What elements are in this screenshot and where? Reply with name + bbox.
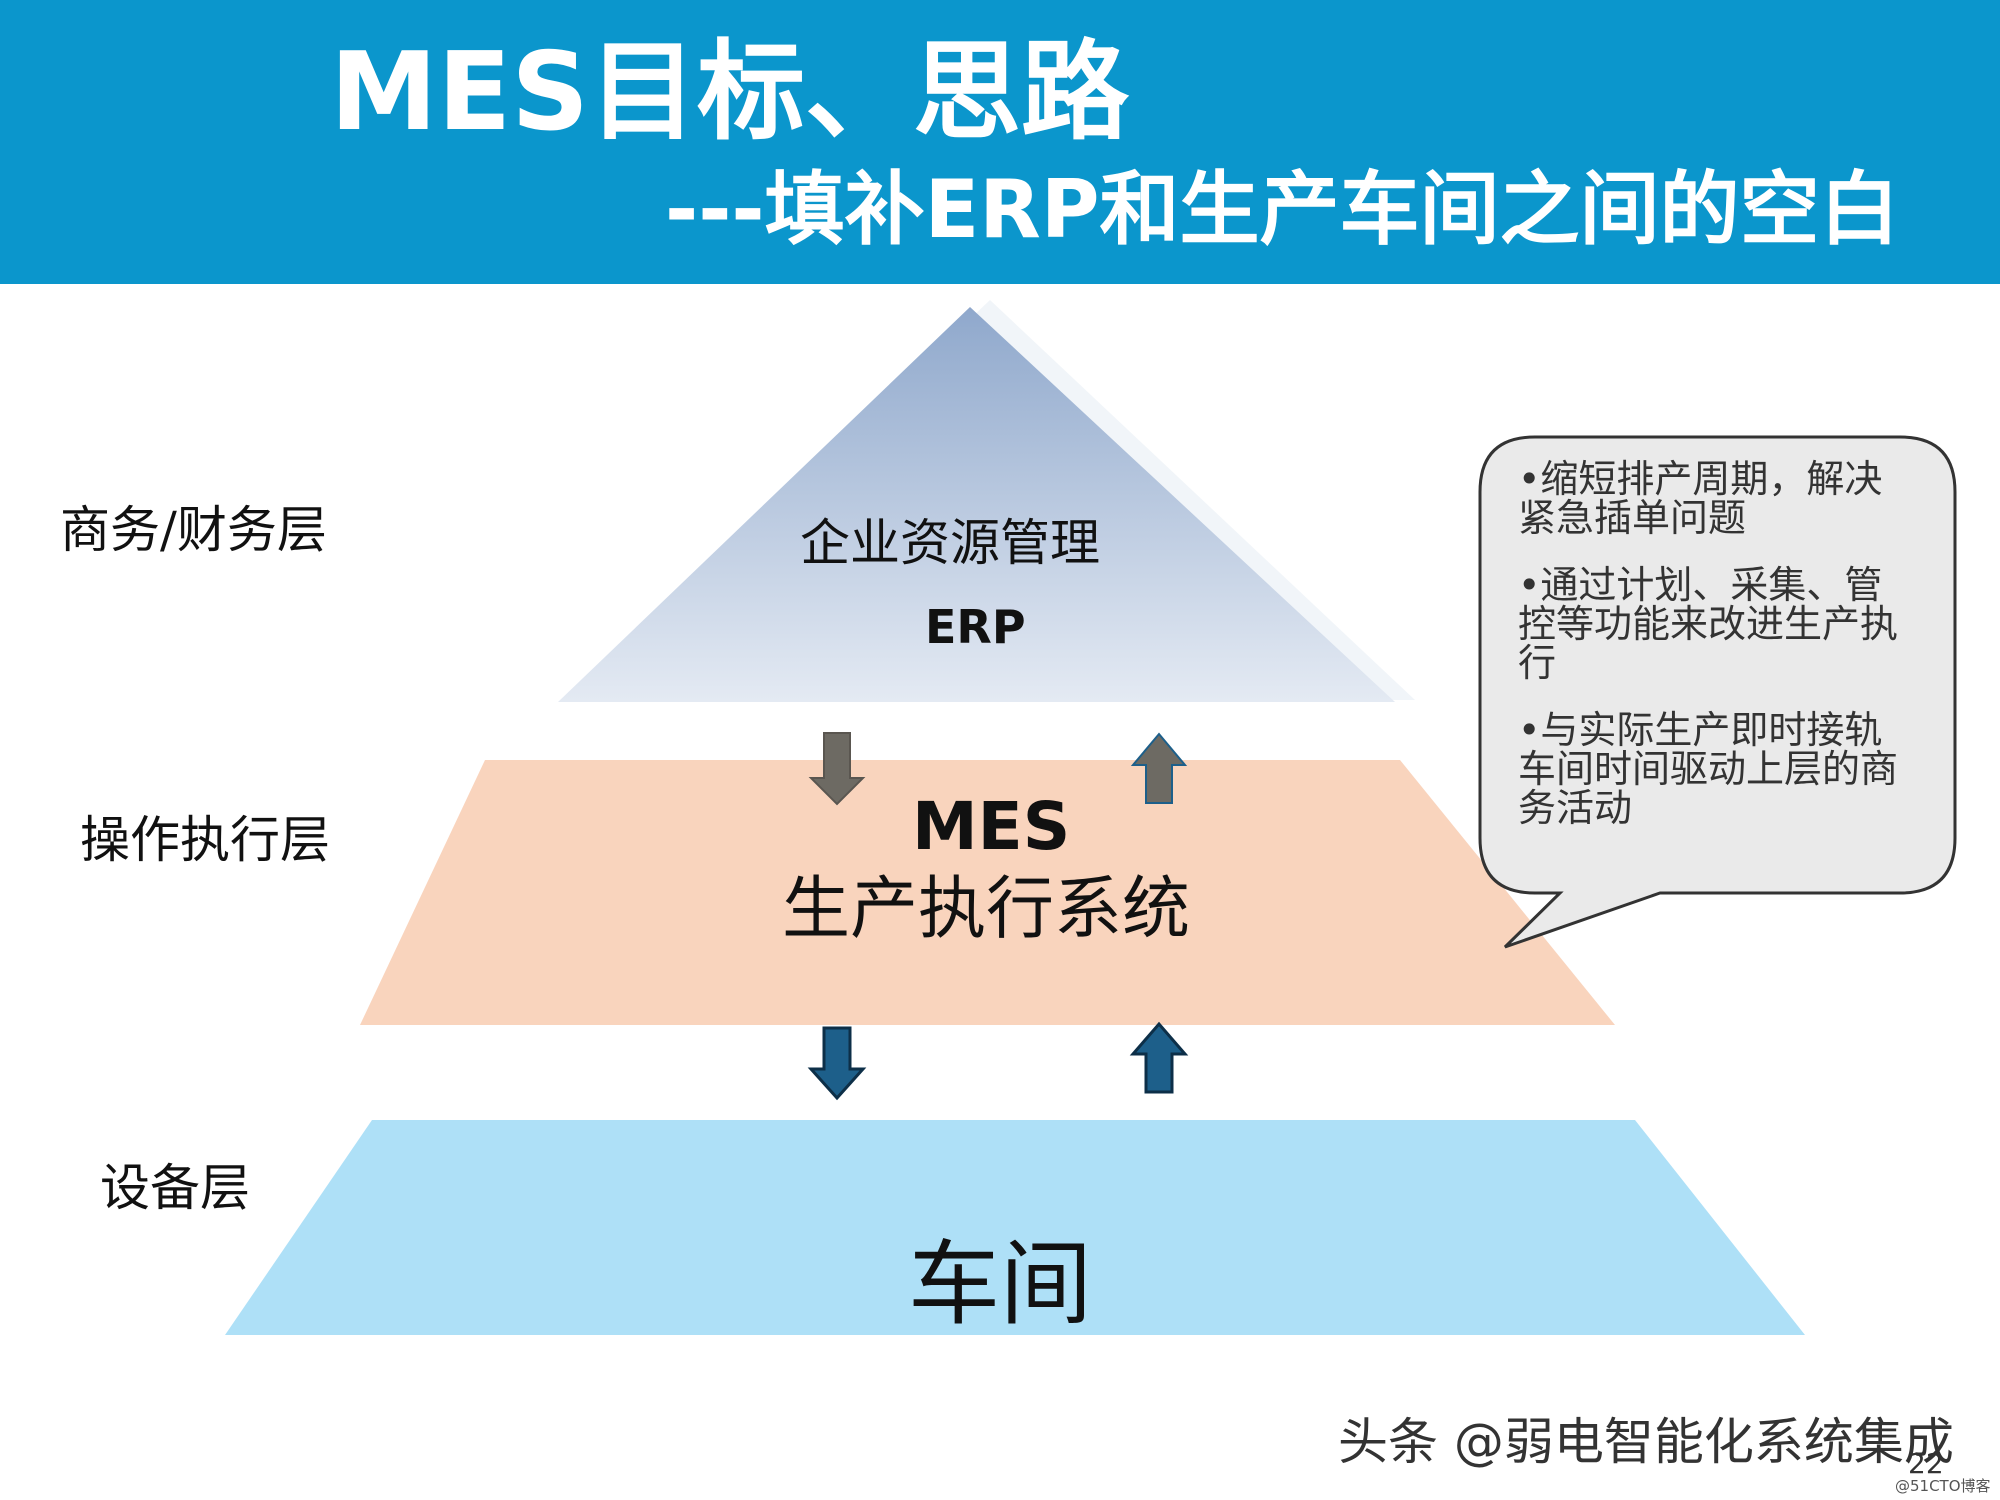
label-equipment-layer: 设备层	[100, 1159, 250, 1217]
erp-name-en: ERP	[925, 600, 1026, 654]
label-operation-layer: 操作执行层	[80, 811, 330, 869]
watermark: 头条 @弱电智能化系统集成	[1338, 1413, 1954, 1471]
label-business-layer: 商务/财务层	[60, 501, 327, 559]
arrow-down-mes-to-workshop	[807, 1026, 867, 1101]
arrow-up-workshop-to-mes	[1129, 1021, 1189, 1094]
workshop-name: 车间	[908, 1231, 1093, 1338]
bubble-point: •与实际生产即时接轨车间时间驱动上层的商务活动	[1518, 708, 1899, 830]
bubble-point: •缩短排产周期，解决紧急插单问题	[1518, 457, 1883, 540]
erp-name-cn: 企业资源管理	[800, 514, 1100, 572]
bubble-point: •通过计划、采集、管控等功能来改进生产执行	[1518, 563, 1899, 685]
mes-name-cn: 生产执行系统	[782, 870, 1191, 949]
bubble-points: •缩短排产周期，解决紧急插单问题 •通过计划、采集、管控等功能来改进生产执行 •…	[1518, 460, 1918, 856]
site-watermark: @51CTO博客	[1895, 1477, 1991, 1495]
